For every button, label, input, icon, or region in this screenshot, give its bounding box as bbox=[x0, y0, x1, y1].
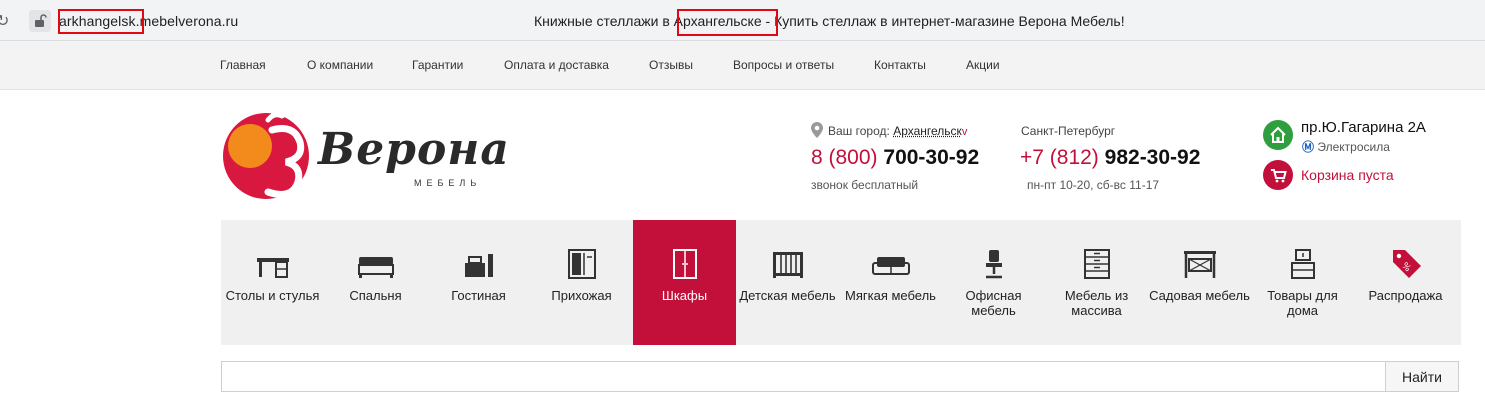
nav-contacts[interactable]: Контакты bbox=[874, 58, 926, 72]
nav-guarantee[interactable]: Гарантии bbox=[412, 58, 463, 72]
category-hallway[interactable]: Прихожая bbox=[530, 220, 633, 345]
nav-about[interactable]: О компании bbox=[307, 58, 373, 72]
garden-swing-icon bbox=[1148, 249, 1251, 281]
bed-icon bbox=[324, 249, 427, 281]
phone-free-number: 700-30-92 bbox=[883, 146, 980, 169]
category-label: Мебель из массива bbox=[1064, 288, 1129, 318]
store-address[interactable]: пр.Ю.Гагарина 2А bbox=[1301, 119, 1426, 136]
metro-name: Электросила bbox=[1317, 140, 1390, 154]
wardrobe-icon bbox=[633, 249, 736, 281]
category-solid-wood[interactable]: Мебель из массива bbox=[1045, 220, 1148, 345]
category-bedroom[interactable]: Спальня bbox=[324, 220, 427, 345]
office-chair-icon bbox=[942, 249, 1045, 281]
highlight-box-url bbox=[58, 9, 144, 34]
city-label-text: Ваш город: bbox=[828, 124, 890, 138]
lock-icon[interactable] bbox=[29, 10, 51, 32]
category-soft-furniture[interactable]: Мягкая мебель bbox=[839, 220, 942, 345]
tv-stand-icon bbox=[427, 249, 530, 281]
phone-spb-city: Санкт-Петербург bbox=[1021, 124, 1116, 138]
category-kids[interactable]: Детская мебель bbox=[736, 220, 839, 345]
category-living-room[interactable]: Гостиная bbox=[427, 220, 530, 345]
nav-faq[interactable]: Вопросы и ответы bbox=[733, 58, 834, 72]
nav-payment-delivery[interactable]: Оплата и доставка bbox=[504, 58, 609, 72]
category-tables-chairs[interactable]: Столы и стулья bbox=[221, 220, 324, 345]
reload-icon[interactable]: ↻ bbox=[0, 11, 9, 30]
category-sale[interactable]: % Распродажа bbox=[1354, 220, 1457, 345]
hallway-icon bbox=[530, 249, 633, 281]
page-title: Книжные стеллажи в Архангельске - Купить… bbox=[534, 13, 1125, 29]
phone-spb-number: 982-30-92 bbox=[1104, 146, 1201, 169]
sale-tag-icon: % bbox=[1354, 246, 1457, 278]
category-label: Гостиная bbox=[451, 288, 506, 303]
metro-icon: Ⓜ bbox=[1302, 140, 1315, 154]
nav-reviews[interactable]: Отзывы bbox=[649, 58, 693, 72]
location-pin-icon bbox=[811, 122, 823, 138]
logo-wordmark: Верона bbox=[318, 124, 510, 175]
category-label: Офисная мебель bbox=[965, 288, 1022, 318]
category-label: Распродажа bbox=[1368, 288, 1443, 303]
category-label: Детская мебель bbox=[739, 288, 836, 303]
phone-free[interactable]: 8 (800) 700-30-92 bbox=[811, 146, 979, 170]
phone-spb-code: +7 (812) bbox=[1020, 146, 1099, 169]
city-selector[interactable]: Ваш город: Архангельскv bbox=[828, 124, 967, 138]
category-label: Столы и стулья bbox=[225, 288, 320, 303]
cart-icon[interactable] bbox=[1263, 160, 1293, 190]
nav-home[interactable]: Главная bbox=[220, 58, 266, 72]
phone-spb[interactable]: +7 (812) 982-30-92 bbox=[1020, 146, 1200, 170]
category-home-goods[interactable]: Товары для дома bbox=[1251, 220, 1354, 345]
category-label: Садовая мебель bbox=[1149, 288, 1250, 303]
phone-free-code: 8 (800) bbox=[811, 146, 878, 169]
category-label: Шкафы bbox=[661, 288, 708, 303]
browser-address-bar: ↻ arkhangelsk.mebelverona.ru Книжные сте… bbox=[0, 0, 1485, 41]
home-icon bbox=[1263, 120, 1293, 150]
category-menu: Столы и стулья Спальня Гостиная Прихожая… bbox=[221, 220, 1461, 345]
category-label: Товары для дома bbox=[1267, 288, 1338, 318]
category-garden[interactable]: Садовая мебель bbox=[1148, 220, 1251, 345]
home-goods-icon bbox=[1251, 249, 1354, 281]
crib-icon bbox=[736, 249, 839, 281]
search-input[interactable] bbox=[221, 361, 1386, 392]
category-label: Мягкая мебель bbox=[845, 288, 936, 303]
category-office[interactable]: Офисная мебель bbox=[942, 220, 1045, 345]
category-label: Спальня bbox=[349, 288, 402, 303]
highlight-box-title bbox=[677, 9, 778, 36]
sofa-icon bbox=[839, 249, 942, 281]
category-wardrobes[interactable]: Шкафы bbox=[633, 220, 736, 345]
search-button[interactable]: Найти bbox=[1385, 361, 1459, 392]
phone-spb-hours: пн-пт 10-20, сб-вс 11-17 bbox=[1027, 178, 1160, 192]
nav-promotions[interactable]: Акции bbox=[966, 58, 1000, 72]
top-navigation: Главная О компании Гарантии Оплата и дос… bbox=[0, 41, 1485, 90]
desk-icon bbox=[221, 249, 324, 281]
city-name[interactable]: Архангельск bbox=[893, 124, 962, 138]
logo-subtitle: МЕБЕЛЬ bbox=[414, 178, 482, 188]
category-label: Прихожая bbox=[551, 288, 612, 303]
metro-station: Ⓜ Электросила bbox=[1302, 138, 1390, 155]
phone-free-note: звонок бесплатный bbox=[811, 178, 919, 192]
dresser-icon bbox=[1045, 249, 1148, 281]
chevron-down-icon[interactable]: v bbox=[962, 126, 968, 138]
cart-status[interactable]: Корзина пуста bbox=[1301, 167, 1394, 183]
